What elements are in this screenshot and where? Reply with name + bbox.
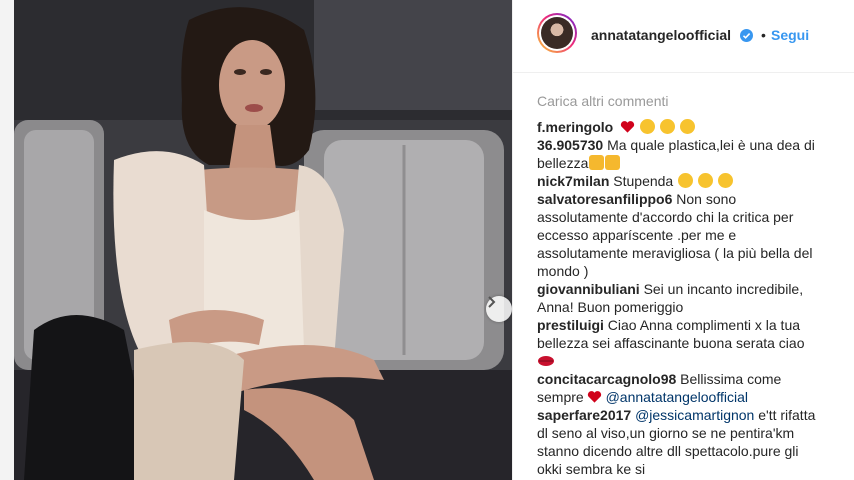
left-margin-strip <box>0 0 14 480</box>
comment: concitacarcagnolo98 Bellissima come semp… <box>537 370 827 406</box>
comment-username[interactable]: 36.905730 <box>537 137 603 153</box>
comment: prestiluigi Ciao Anna complimenti x la t… <box>537 316 827 370</box>
heart-emoji-icon <box>621 121 635 133</box>
comment-username[interactable]: concitacarcagnolo98 <box>537 371 676 387</box>
post-side-panel: annatatangeloofficial • Segui Carica alt… <box>512 0 854 480</box>
comment: f.meringolo <box>537 118 827 136</box>
kiss-emoji-icon <box>717 173 733 188</box>
comment-username[interactable]: saperfare2017 <box>537 407 631 423</box>
comment-mention[interactable]: @jessicamartignon <box>635 407 754 423</box>
comment-text: Stupenda <box>613 173 674 189</box>
header-username[interactable]: annatatangeloofficial <box>591 27 731 43</box>
post-header: annatatangeloofficial • Segui <box>513 0 854 73</box>
avatar[interactable] <box>537 13 577 53</box>
comment: giovannibuliani Sei un incanto incredibi… <box>537 280 827 316</box>
comment-username[interactable]: nick7milan <box>537 173 609 189</box>
photo-illustration <box>14 0 512 480</box>
comments-list: Carica altri commenti f.meringolo 36.905… <box>537 92 827 478</box>
follow-button[interactable]: Segui <box>771 27 809 43</box>
heart-emoji-icon <box>587 391 601 403</box>
header-separator: • <box>761 27 766 43</box>
thumbs-up-emoji-icon <box>605 155 621 170</box>
comment: salvatoresanfilippo6 Non sono assolutame… <box>537 190 827 280</box>
next-photo-button[interactable] <box>486 296 512 322</box>
heart-eyes-emoji-icon <box>659 119 675 134</box>
kiss-emoji-icon <box>698 173 713 188</box>
kiss-emoji-icon <box>678 173 694 188</box>
comment: nick7milan Stupenda <box>537 172 827 190</box>
heart-eyes-emoji-icon <box>640 119 656 134</box>
comment: saperfare2017 @jessicamartignon e'tt rif… <box>537 406 827 478</box>
comment-username[interactable]: f.meringolo <box>537 119 613 135</box>
load-more-comments-link[interactable]: Carica altri commenti <box>537 92 827 110</box>
comment-username[interactable]: prestiluigi <box>537 317 604 333</box>
verified-badge-icon <box>740 29 753 42</box>
comment-username[interactable]: giovannibuliani <box>537 281 640 297</box>
lips-emoji-icon <box>538 356 554 366</box>
thumbs-up-emoji-icon <box>589 155 605 170</box>
comment-username[interactable]: salvatoresanfilippo6 <box>537 191 672 207</box>
comment: 36.905730 Ma quale plastica,lei è una de… <box>537 136 827 172</box>
post-photo[interactable] <box>14 0 512 480</box>
chevron-right-icon <box>488 296 496 308</box>
comment-mention[interactable]: @annatatangeloofficial <box>606 389 748 405</box>
heart-eyes-emoji-icon <box>679 119 695 134</box>
